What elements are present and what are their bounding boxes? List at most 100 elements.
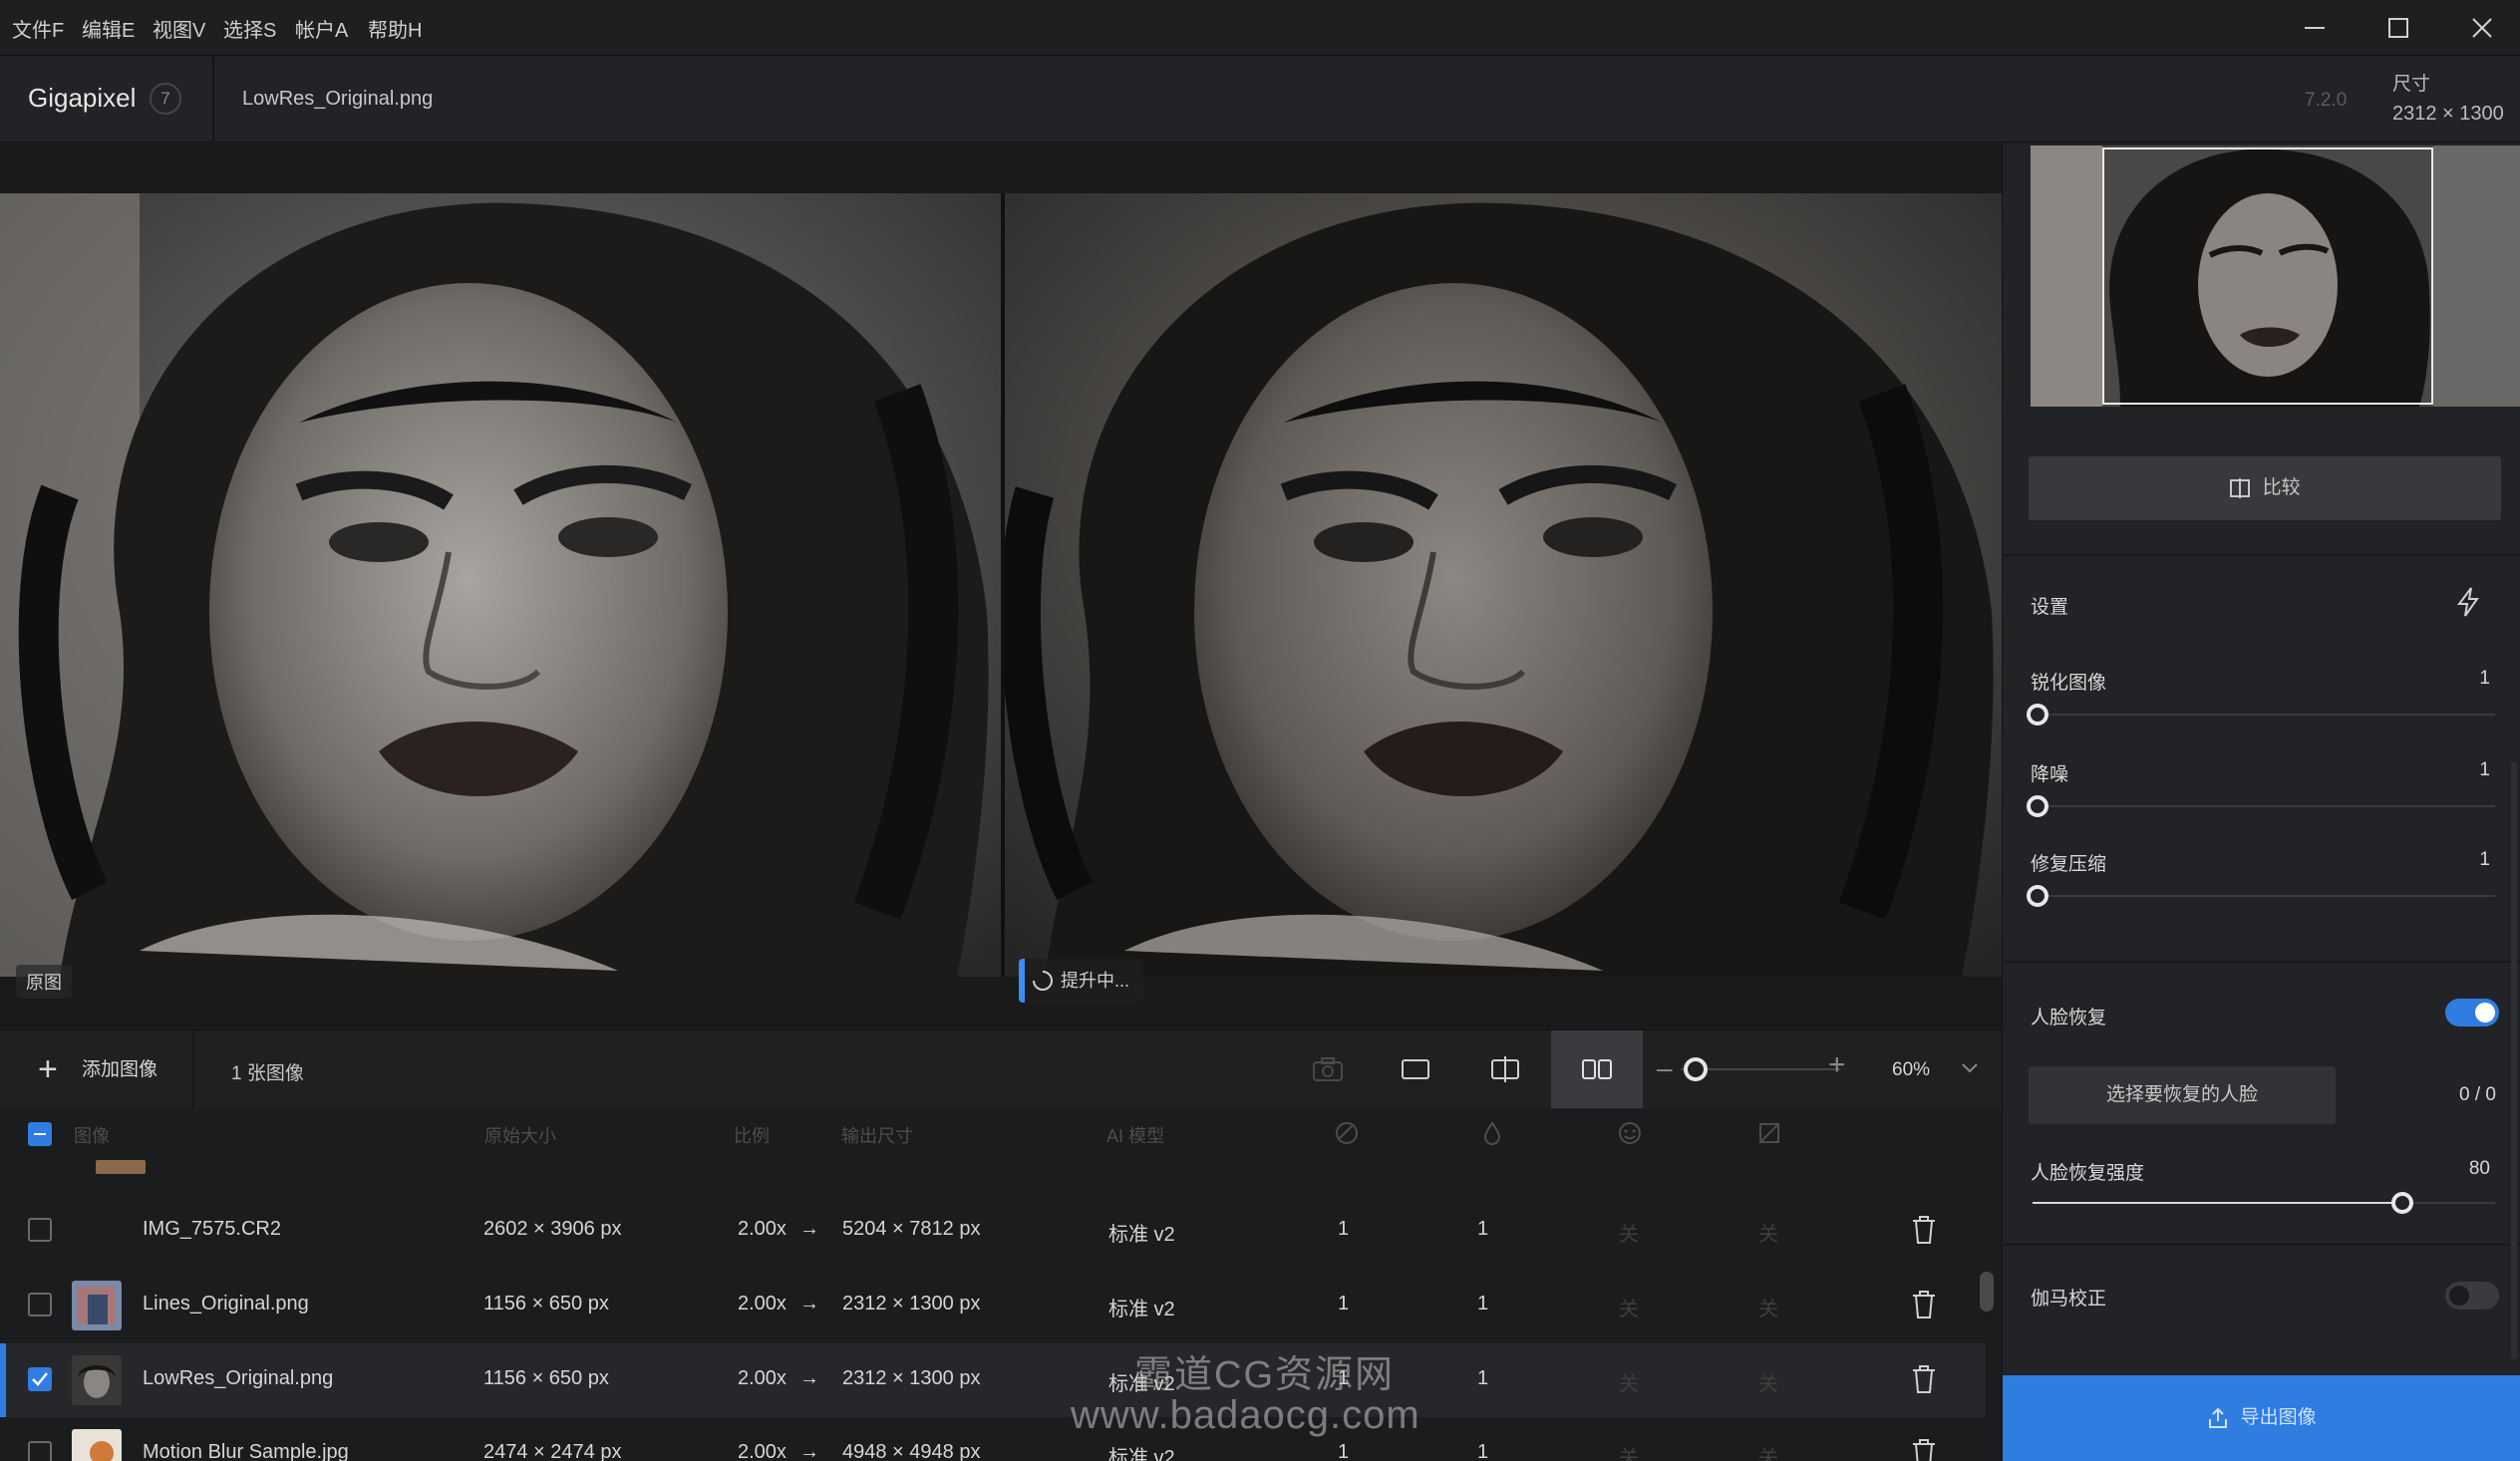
version-text: 7.2.0 <box>2305 90 2348 111</box>
trash-icon[interactable] <box>1910 1363 1938 1395</box>
single-view-button[interactable] <box>1370 1030 1461 1108</box>
face-strength-slider-handle[interactable] <box>2391 1192 2414 1214</box>
side-by-side-view-button[interactable] <box>1551 1030 1643 1108</box>
maximize-icon <box>2388 18 2408 38</box>
watermark-url: www.badaocg.com <box>1071 1393 1420 1437</box>
table-row[interactable]: Lines_Original.png 1156 × 650 px 2.00x →… <box>0 1269 1986 1342</box>
version-badge[interactable]: 7 <box>150 83 181 115</box>
preview-area[interactable]: 原图 提升中... <box>0 144 2002 1028</box>
table-row[interactable]: Motion Blur Sample.jpg 2474 × 2474 px 2.… <box>0 1417 1986 1461</box>
trash-icon[interactable] <box>1910 1437 1938 1461</box>
checkmark-icon <box>32 1372 48 1386</box>
settings-title: 设置 <box>2031 597 2069 618</box>
image-table: 图像 原始大小 比例 输出尺寸 AI 模型 IMG_7575.CR2 2602 … <box>0 1110 2002 1461</box>
column-header-ai-model[interactable]: AI 模型 <box>1106 1122 1164 1148</box>
sharpen-slider[interactable] <box>2033 714 2495 716</box>
trash-icon[interactable] <box>1910 1214 1938 1246</box>
table-row-selected[interactable]: LowRes_Original.png 1156 × 650 px 2.00x … <box>0 1343 1986 1417</box>
maximize-button[interactable] <box>2357 0 2440 56</box>
toolbar-divider <box>192 1030 194 1108</box>
denoise-slider-handle[interactable] <box>2027 795 2048 817</box>
compare-label: 比较 <box>2262 477 2301 498</box>
menu-select[interactable]: 选择S <box>223 14 276 43</box>
image-count: 1 张图像 <box>231 1063 304 1084</box>
loading-spinner-icon <box>1033 971 1053 991</box>
row-ai-model[interactable]: 标准 v2 <box>1108 1218 1175 1247</box>
face-strength-fill <box>2033 1202 2403 1204</box>
preview-toolbar: + 添加图像 1 张图像 – + 60% <box>0 1029 2002 1109</box>
minimize-button[interactable] <box>2273 0 2357 56</box>
denoise-slider[interactable] <box>2033 805 2495 807</box>
row-output-size: 4948 × 4948 px <box>842 1441 981 1461</box>
row-scale: 2.00x <box>738 1218 787 1240</box>
enhanced-image[interactable] <box>1005 193 2002 977</box>
row-checkbox[interactable] <box>28 1367 52 1391</box>
original-image[interactable] <box>0 193 1001 977</box>
add-image-button[interactable]: + 添加图像 <box>38 1052 158 1088</box>
select-all-checkbox[interactable] <box>28 1122 52 1146</box>
navigator-preview[interactable] <box>2031 146 2520 407</box>
denoise-column-icon <box>1483 1121 1501 1145</box>
column-header-image[interactable]: 图像 <box>74 1122 110 1148</box>
zoom-slider-handle[interactable] <box>1684 1057 1708 1081</box>
face-strength-slider[interactable] <box>2033 1202 2495 1204</box>
row-ai-model[interactable]: 标准 v2 <box>1108 1441 1175 1461</box>
column-header-scale[interactable]: 比例 <box>734 1122 770 1148</box>
sharpen-slider-handle[interactable] <box>2027 704 2048 726</box>
lightning-icon[interactable] <box>2453 586 2483 618</box>
sidebar-scrollbar[interactable] <box>2511 761 2517 1359</box>
navigator-viewport[interactable] <box>2102 147 2433 405</box>
table-header: 图像 原始大小 比例 输出尺寸 AI 模型 <box>0 1110 1994 1174</box>
compare-button[interactable]: 比较 <box>2029 456 2501 520</box>
row-checkbox[interactable] <box>28 1218 52 1242</box>
table-row[interactable]: IMG_7575.CR2 2602 × 3906 px 2.00x → 5204… <box>0 1194 1986 1268</box>
column-header-output-size[interactable]: 输出尺寸 <box>841 1122 913 1148</box>
row-original-size: 1156 × 650 px <box>483 1293 609 1315</box>
sidebar-divider <box>2003 1244 2520 1246</box>
column-header-original-size[interactable]: 原始大小 <box>484 1122 556 1148</box>
sharpen-label: 锐化图像 <box>2031 673 2107 694</box>
face-column-icon <box>1619 1122 1641 1144</box>
zoom-out-button[interactable]: – <box>1657 1052 1673 1084</box>
menu-edit[interactable]: 编辑E <box>82 14 135 43</box>
menu-help[interactable]: 帮助H <box>368 14 422 43</box>
fix-compression-slider-handle[interactable] <box>2027 885 2048 907</box>
menu-file[interactable]: 文件F <box>12 14 64 43</box>
choose-face-button[interactable]: 选择要恢复的人脸 <box>2029 1066 2336 1124</box>
fix-compression-value[interactable]: 1 <box>2479 849 2490 871</box>
settings-sidebar: 比较 设置 锐化图像 1 降噪 1 修复压缩 1 人脸恢复 选择要恢复的人脸 0… <box>2002 144 2520 1461</box>
menu-view[interactable]: 视图V <box>153 14 205 43</box>
row-face: 关 <box>1619 1224 1639 1246</box>
menu-account[interactable]: 帐户A <box>295 14 348 43</box>
row-scale: 2.00x <box>738 1441 787 1461</box>
face-strength-value[interactable]: 80 <box>2469 1158 2490 1180</box>
snapshot-button[interactable] <box>1282 1030 1374 1108</box>
row-thumbnail <box>72 1429 122 1461</box>
denoise-value[interactable]: 1 <box>2479 759 2490 781</box>
row-original-size: 1156 × 650 px <box>483 1367 609 1389</box>
face-recovery-toggle[interactable] <box>2445 999 2499 1026</box>
row-checkbox[interactable] <box>28 1441 52 1461</box>
chevron-down-icon[interactable] <box>1960 1058 1980 1078</box>
zoom-level[interactable]: 60% <box>1892 1059 1930 1081</box>
trash-icon[interactable] <box>1910 1289 1938 1320</box>
row-checkbox[interactable] <box>28 1293 52 1316</box>
gamma-correction-toggle[interactable] <box>2445 1282 2499 1310</box>
close-window-button[interactable] <box>2440 0 2520 56</box>
sidebar-divider <box>2003 961 2520 963</box>
fix-compression-slider[interactable] <box>2033 895 2495 897</box>
export-image-button[interactable]: 导出图像 <box>2003 1375 2520 1461</box>
table-scrollbar[interactable] <box>1980 1272 1994 1312</box>
row-file-name: IMG_7575.CR2 <box>143 1218 281 1240</box>
split-view-button[interactable] <box>1459 1030 1551 1108</box>
sharpen-value[interactable]: 1 <box>2479 668 2490 690</box>
zoom-in-button[interactable]: + <box>1828 1048 1846 1082</box>
row-file-name: Lines_Original.png <box>143 1293 309 1315</box>
gamma-correction-label: 伽马校正 <box>2031 1289 2107 1310</box>
row-sharpen: 1 <box>1338 1218 1350 1240</box>
row-arrow: → <box>799 1293 819 1315</box>
row-denoise: 1 <box>1477 1441 1489 1461</box>
row-face: 关 <box>1619 1373 1639 1395</box>
sharpen-column-icon <box>1336 1122 1358 1144</box>
row-ai-model[interactable]: 标准 v2 <box>1108 1293 1175 1321</box>
